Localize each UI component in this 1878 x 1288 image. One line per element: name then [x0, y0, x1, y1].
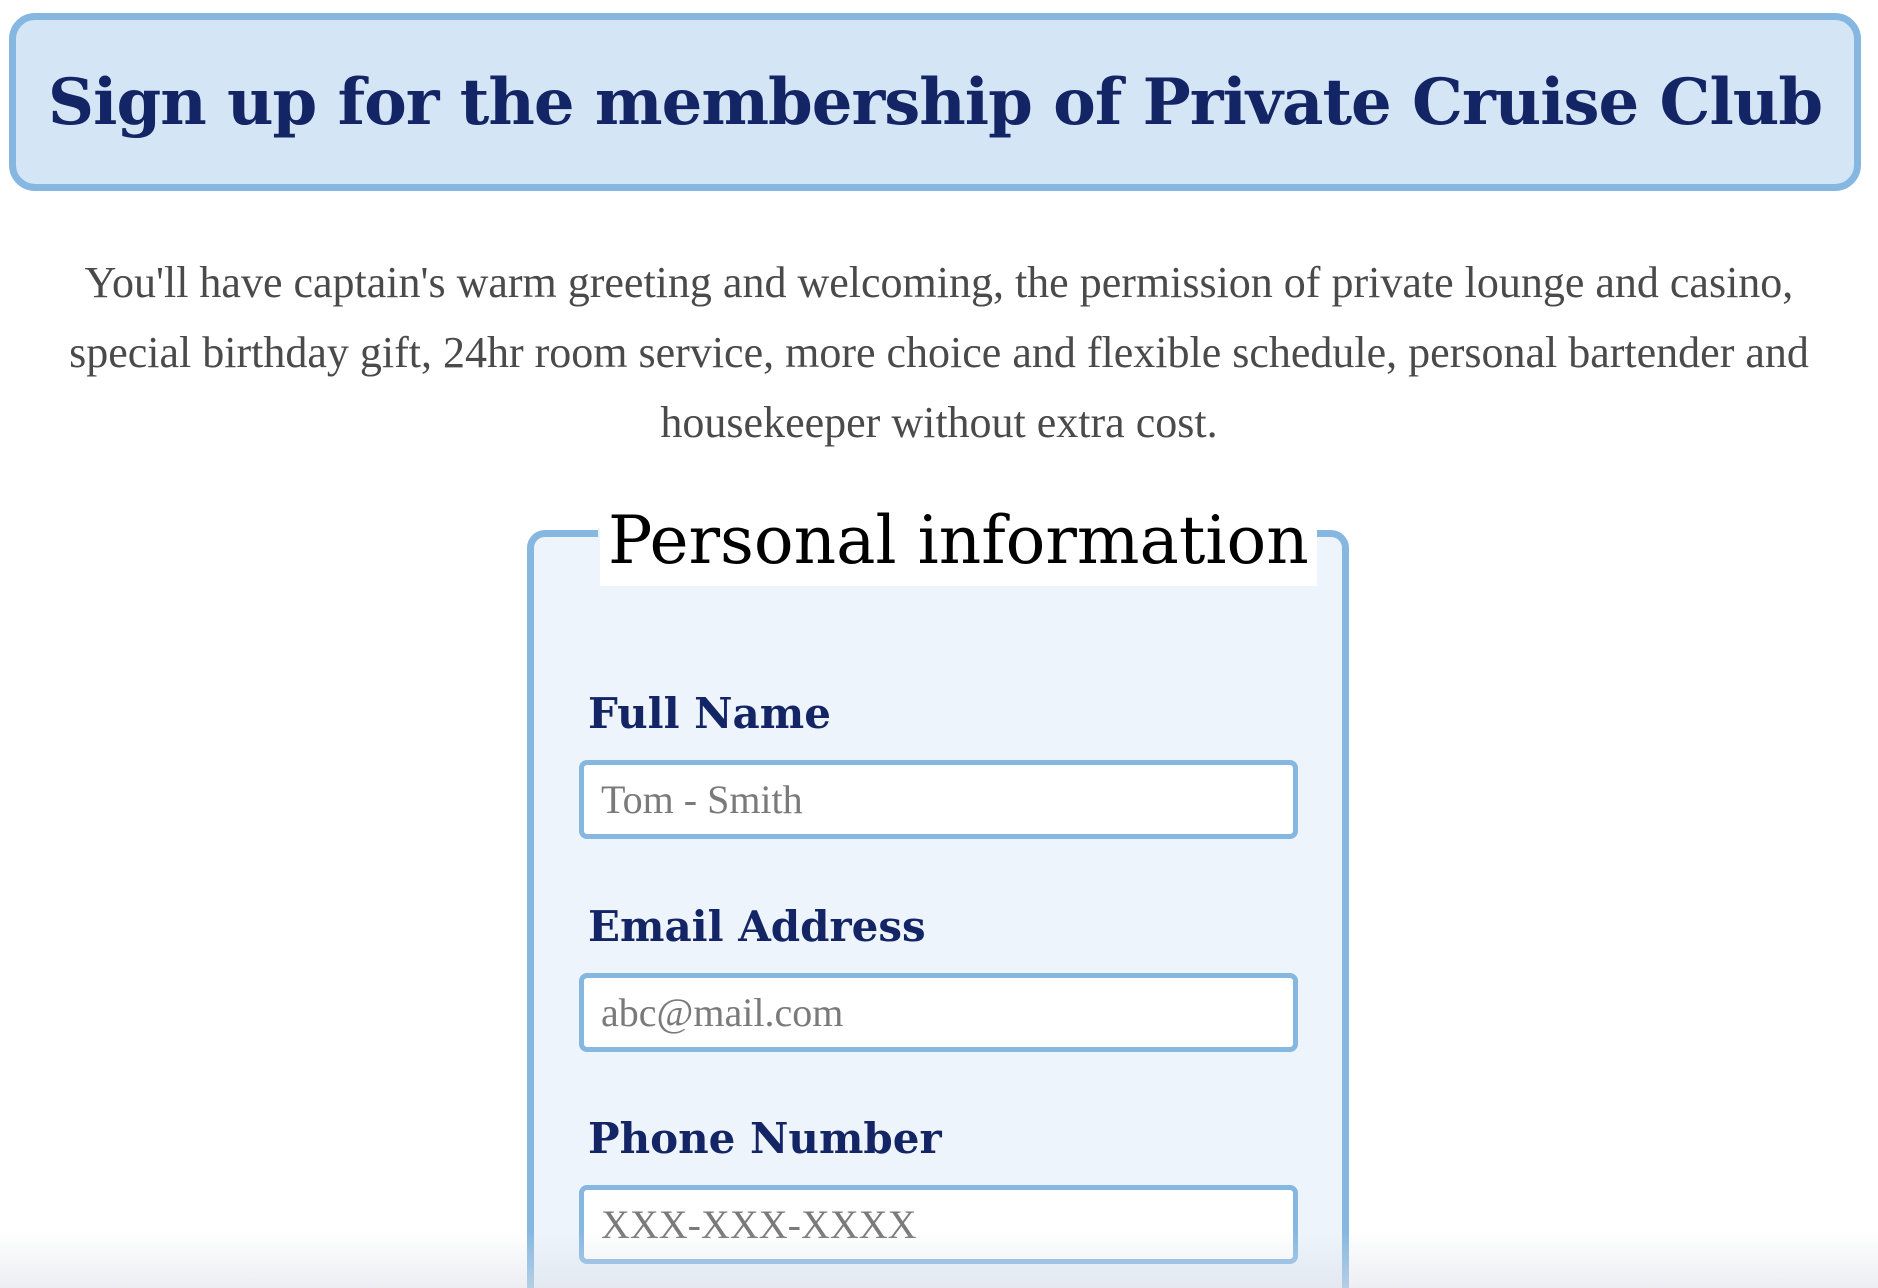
- header-banner: Sign up for the membership of Private Cr…: [9, 13, 1861, 191]
- full-name-input[interactable]: [579, 760, 1298, 839]
- membership-signup-page: Sign up for the membership of Private Cr…: [0, 0, 1878, 1288]
- page-title: Sign up for the membership of Private Cr…: [47, 64, 1823, 140]
- full-name-label: Full Name: [588, 689, 831, 738]
- email-address-input[interactable]: [579, 973, 1298, 1052]
- membership-benefits-text: You'll have captain's warm greeting and …: [69, 258, 1809, 447]
- phone-number-label: Phone Number: [588, 1114, 942, 1163]
- personal-information-legend: Personal information: [600, 496, 1317, 586]
- email-address-label: Email Address: [588, 902, 926, 951]
- phone-number-input[interactable]: [579, 1185, 1298, 1264]
